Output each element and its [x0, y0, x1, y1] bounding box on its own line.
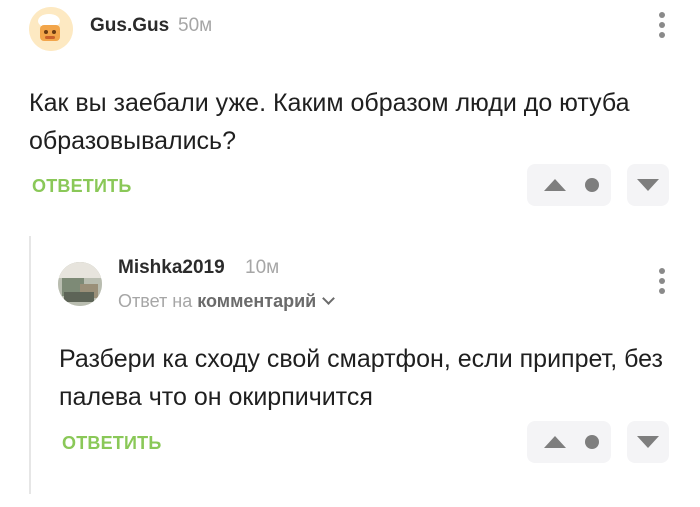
comment-text: Разбери ка сходу свой смартфон, если при… [59, 345, 663, 411]
vote-panel [527, 421, 611, 463]
avatar[interactable] [58, 262, 102, 306]
chevron-down-icon [322, 292, 336, 305]
username[interactable]: Gus.Gus [90, 15, 169, 37]
kebab-menu-icon[interactable] [655, 268, 669, 304]
cartoon-avatar-icon [29, 7, 73, 51]
comment-text: Как вы заебали уже. Каким образом люди д… [29, 89, 630, 155]
timestamp: 10м [245, 257, 280, 278]
avatar[interactable] [29, 7, 73, 51]
upvote-triangle-icon[interactable] [544, 436, 566, 448]
reply-button[interactable]: ОТВЕТИТЬ [32, 176, 131, 197]
reply-to-prefix: Ответ на [118, 291, 193, 311]
vote-panel [527, 164, 611, 206]
username[interactable]: Mishka2019 [118, 257, 225, 279]
upvote-triangle-icon[interactable] [544, 179, 566, 191]
downvote-button[interactable] [627, 164, 669, 206]
kebab-menu-icon[interactable] [655, 12, 669, 48]
thread-line[interactable] [29, 236, 31, 494]
reply-button[interactable]: ОТВЕТИТЬ [62, 433, 161, 454]
downvote-triangle-icon [637, 436, 659, 448]
timestamp: 50м [178, 15, 213, 36]
reply-to-link[interactable]: Ответ на комментарий [118, 291, 336, 312]
reply-to-target: комментарий [197, 291, 317, 311]
photo-avatar-icon [58, 262, 102, 306]
downvote-button[interactable] [627, 421, 669, 463]
downvote-triangle-icon [637, 179, 659, 191]
rating-dot-icon [585, 178, 599, 192]
rating-dot-icon [585, 435, 599, 449]
